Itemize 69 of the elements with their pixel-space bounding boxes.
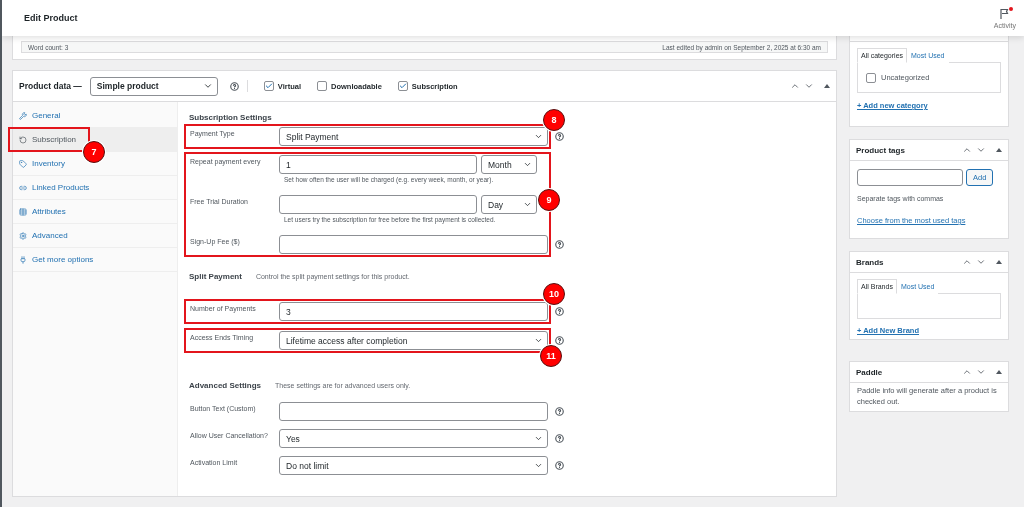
input-field[interactable] <box>279 195 477 214</box>
help-icon[interactable] <box>555 434 564 443</box>
gear-icon <box>19 231 27 240</box>
collapse-icon[interactable] <box>996 148 1002 152</box>
select-field[interactable]: Month <box>481 155 537 174</box>
callout-badge: 10 <box>543 283 565 305</box>
link-icon <box>19 183 27 192</box>
callout-badge: 11 <box>540 345 562 367</box>
plug-icon <box>19 255 27 264</box>
page-title: Edit Product <box>24 13 78 23</box>
help-icon[interactable] <box>555 240 564 249</box>
tag-input[interactable] <box>857 169 963 186</box>
callout-badge: 8 <box>543 109 565 131</box>
move-up-icon[interactable] <box>790 81 800 91</box>
move-down-icon[interactable] <box>976 257 986 267</box>
collapse-icon[interactable] <box>996 260 1002 264</box>
flag-icon <box>998 7 1011 20</box>
move-up-icon[interactable] <box>962 257 972 267</box>
checkbox[interactable] <box>263 81 274 91</box>
collapse-icon[interactable] <box>996 370 1002 374</box>
callout-badge: 9 <box>538 189 560 211</box>
panel-title: Product data — <box>19 81 82 91</box>
move-up-icon[interactable] <box>962 145 972 155</box>
panel-title: Paddle <box>856 367 883 377</box>
caret-icon <box>523 200 532 209</box>
rotate-icon <box>19 135 27 144</box>
product-type-select[interactable]: Simple product <box>89 76 218 96</box>
input-field[interactable] <box>279 235 548 254</box>
select-field[interactable]: Split Payment <box>279 127 548 146</box>
panel-title: Brands <box>856 257 884 267</box>
wrench-icon <box>19 111 27 120</box>
section-title: Advanced Settings <box>189 380 261 390</box>
help-icon[interactable] <box>229 81 239 91</box>
help-icon[interactable] <box>555 407 564 416</box>
checkbox[interactable] <box>397 81 408 91</box>
section-title: Subscription Settings <box>189 112 272 122</box>
move-down-icon[interactable] <box>976 367 986 377</box>
checkbox[interactable] <box>317 81 327 91</box>
help-icon[interactable] <box>555 336 564 345</box>
help-icon[interactable] <box>555 307 564 316</box>
input-field[interactable]: 1 <box>279 155 477 174</box>
caret-icon <box>534 336 543 345</box>
help-icon[interactable] <box>555 132 564 141</box>
move-up-icon[interactable] <box>962 367 972 377</box>
checkbox[interactable] <box>866 72 876 83</box>
select-field[interactable]: Yes <box>279 429 548 448</box>
caret-icon <box>534 132 543 141</box>
product-data-tab[interactable]: Linked Products <box>13 176 177 200</box>
caret-icon <box>534 461 543 470</box>
caret-icon <box>202 81 213 91</box>
product-data-tab[interactable]: Advanced <box>13 224 177 248</box>
move-down-icon[interactable] <box>804 81 814 91</box>
callout-badge: 7 <box>83 141 105 163</box>
input-field[interactable]: 3 <box>279 302 548 321</box>
select-field[interactable]: Lifetime access after completion <box>279 331 548 350</box>
select-field[interactable]: Day <box>481 195 537 214</box>
panel-title: Product tags <box>856 145 905 155</box>
section-title: Split Payment <box>189 271 242 281</box>
collapse-icon[interactable] <box>824 84 830 88</box>
move-down-icon[interactable] <box>976 145 986 155</box>
help-icon[interactable] <box>555 461 564 470</box>
input-field[interactable] <box>279 402 548 421</box>
caret-icon <box>534 434 543 443</box>
table-icon <box>19 207 27 216</box>
tag-icon <box>19 159 27 168</box>
select-field[interactable]: Do not limit <box>279 456 548 475</box>
caret-icon <box>523 160 532 169</box>
product-data-tab[interactable]: Attributes <box>13 200 177 224</box>
product-data-tab[interactable]: Get more options <box>13 248 177 272</box>
